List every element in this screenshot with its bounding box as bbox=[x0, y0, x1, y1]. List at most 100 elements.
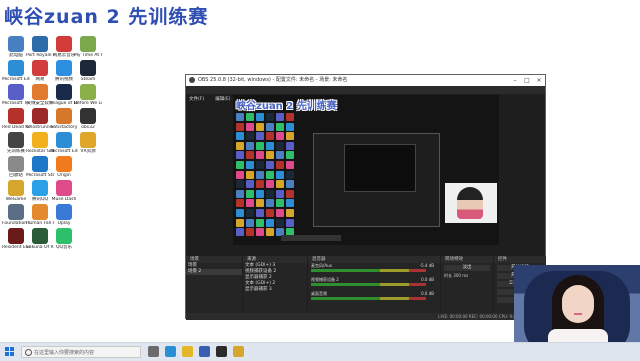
obs-preview[interactable]: 峡谷zuan 2 先训练赛 bbox=[233, 95, 499, 245]
sources-dock: 文本 (GDI+) 3 视频捕获设备 2 显示器捕获 2 文本 (GDI+) 2… bbox=[243, 263, 307, 313]
nested-icon bbox=[266, 170, 274, 179]
app-icon bbox=[56, 132, 72, 148]
app-icon bbox=[32, 108, 48, 124]
app-icon bbox=[56, 156, 72, 172]
nested-icon bbox=[286, 218, 294, 227]
file-explorer-icon[interactable] bbox=[182, 346, 193, 357]
app-icon bbox=[32, 156, 48, 172]
nested-icon bbox=[246, 199, 254, 208]
volume-meter[interactable] bbox=[311, 297, 426, 300]
preview-canvas: 峡谷zuan 2 先训练赛 bbox=[233, 95, 499, 245]
nested-icon bbox=[246, 132, 254, 141]
app-icon bbox=[8, 108, 24, 124]
app-icon bbox=[32, 132, 48, 148]
nested-icon bbox=[236, 151, 244, 160]
app-icon bbox=[8, 36, 24, 52]
nested-icon bbox=[286, 113, 294, 121]
nested-icon bbox=[266, 189, 274, 198]
task-view-icon[interactable] bbox=[148, 346, 159, 357]
transitions-dock: 淡出 时长 300 ms bbox=[441, 263, 493, 313]
nested-streamer bbox=[457, 187, 483, 219]
app-icon bbox=[80, 60, 96, 76]
scenes-dock-title: 场景 bbox=[186, 256, 242, 263]
desktop-shortcut[interactable]: My Time At Portia bbox=[74, 36, 102, 58]
mixer-channel[interactable]: 视频捕获设备 2 0.0 dB bbox=[308, 277, 440, 291]
streamer-mouth bbox=[574, 313, 582, 315]
nested-icon bbox=[246, 170, 254, 179]
app-icon bbox=[56, 36, 72, 52]
desktop-shortcut[interactable]: Before We Leave bbox=[74, 84, 102, 106]
nested-icon bbox=[266, 180, 274, 189]
app-taskbar-icon[interactable] bbox=[233, 346, 244, 357]
nested-icon bbox=[286, 170, 294, 179]
desktop-shortcut[interactable]: VR资源 bbox=[74, 132, 102, 154]
scene-item-selected[interactable]: 场景 2 bbox=[186, 269, 242, 275]
store-icon[interactable] bbox=[199, 346, 210, 357]
nested-icon bbox=[266, 161, 274, 169]
nested-icon bbox=[266, 122, 274, 131]
nested-icon bbox=[236, 132, 244, 141]
canvas-overlay-title: 峡谷zuan 2 先训练赛 bbox=[236, 101, 337, 112]
mixer-channel[interactable]: 麦克风/Aux -5.4 dB bbox=[308, 263, 440, 277]
desktop-shortcut[interactable]: obs32 bbox=[74, 108, 102, 130]
desktop-shortcut-label: obs32 bbox=[81, 125, 95, 130]
obs-titlebar[interactable]: OBS 25.0.8 (32-bit, windows) - 配置文件: 未命名… bbox=[186, 75, 545, 86]
windows-start-icon[interactable] bbox=[5, 347, 15, 357]
nested-icon bbox=[256, 209, 264, 217]
close-icon[interactable]: × bbox=[533, 75, 545, 86]
app-icon bbox=[80, 108, 96, 124]
menu-edit[interactable]: 编辑(E) bbox=[215, 97, 230, 102]
app-icon bbox=[56, 60, 72, 76]
nested-icon bbox=[256, 180, 264, 189]
search-icon bbox=[25, 349, 32, 356]
maximize-icon[interactable]: □ bbox=[521, 75, 533, 86]
nested-icon bbox=[256, 113, 264, 121]
app-icon bbox=[32, 36, 48, 52]
obs-window[interactable]: OBS 25.0.8 (32-bit, windows) - 配置文件: 未命名… bbox=[185, 74, 546, 320]
menu-file[interactable]: 文件(F) bbox=[189, 97, 204, 102]
mixer-channel-db: 0.0 dB bbox=[421, 291, 434, 296]
nested-icon bbox=[276, 199, 284, 208]
nested-icon bbox=[246, 141, 254, 150]
source-item[interactable]: 显示器捕获 3 bbox=[243, 287, 307, 293]
volume-meter[interactable] bbox=[311, 269, 426, 272]
nested-icon bbox=[266, 228, 274, 237]
desktop-shortcut[interactable]: Uplay bbox=[50, 204, 78, 226]
nested-icon bbox=[236, 113, 244, 121]
app-icon bbox=[8, 84, 24, 100]
nested-icon bbox=[256, 170, 264, 179]
edge-icon[interactable] bbox=[165, 346, 176, 357]
obs-window-title: OBS 25.0.8 (32-bit, windows) - 配置文件: 未命名… bbox=[198, 77, 348, 83]
search-placeholder: 在这里输入你要搜索的内容 bbox=[34, 350, 95, 356]
duration-input[interactable]: 300 ms bbox=[453, 273, 468, 278]
desktop-shortcut[interactable]: Muse Dash bbox=[50, 180, 78, 202]
duration-label: 时长 bbox=[444, 273, 452, 278]
mixer-channel-db: -5.4 dB bbox=[419, 263, 434, 268]
taskbar-search-input[interactable]: 在这里输入你要搜索的内容 bbox=[21, 346, 141, 358]
nested-icon bbox=[276, 122, 284, 131]
nested-icon bbox=[246, 209, 254, 217]
nested-preview bbox=[344, 144, 416, 192]
nested-icon bbox=[286, 180, 294, 189]
obs-status-bar: LIVE: 00:00:00 REC: 00:00:00 CPU: 9.0%, … bbox=[186, 313, 545, 320]
nested-icon bbox=[256, 199, 264, 208]
nested-icon bbox=[266, 141, 274, 150]
obs-taskbar-icon[interactable] bbox=[216, 346, 227, 357]
volume-meter[interactable] bbox=[311, 283, 426, 286]
nested-icon bbox=[246, 180, 254, 189]
app-icon bbox=[56, 108, 72, 124]
minimize-icon[interactable]: – bbox=[509, 75, 521, 86]
transition-select[interactable]: 淡出 bbox=[444, 265, 490, 271]
nested-icon bbox=[276, 209, 284, 217]
desktop-shortcut[interactable]: Steam bbox=[74, 60, 102, 82]
desktop-shortcut[interactable]: QQ音乐 bbox=[50, 228, 78, 250]
nested-icon bbox=[256, 151, 264, 160]
mixer-channel[interactable]: 桌面音频 0.0 dB bbox=[308, 291, 440, 305]
desktop-shortcut-label: Origin bbox=[57, 173, 71, 178]
nested-icon bbox=[286, 122, 294, 131]
nested-icon bbox=[256, 189, 264, 198]
nested-icon bbox=[276, 161, 284, 169]
desktop-shortcut[interactable]: Origin bbox=[50, 156, 78, 178]
nested-icon bbox=[266, 151, 274, 160]
mixer-dock-title: 混音器 bbox=[308, 256, 440, 263]
